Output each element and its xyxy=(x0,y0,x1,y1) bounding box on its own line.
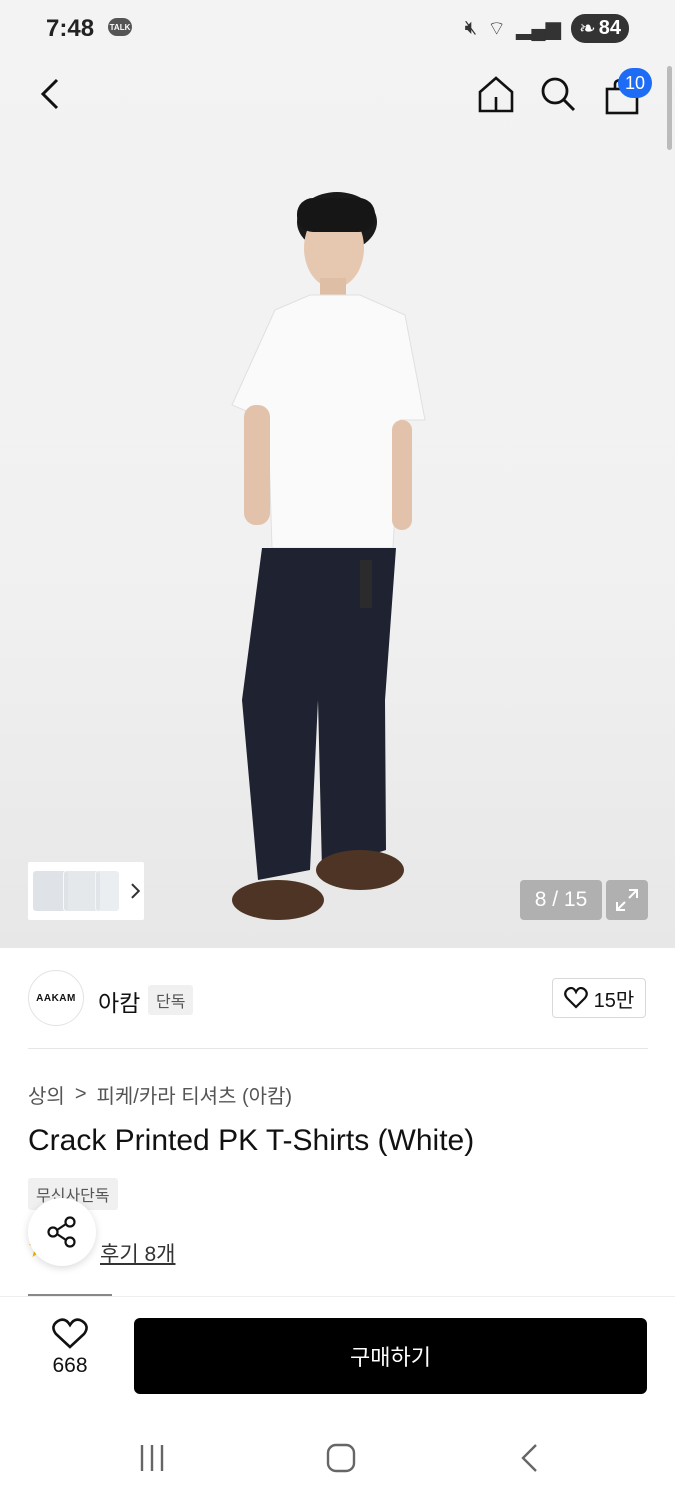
breadcrumb: 상의 > 피케/카라 티셔츠 (아캄) xyxy=(28,1080,292,1109)
exclusive-badge: 단독 xyxy=(148,985,194,1015)
back-button[interactable] xyxy=(26,70,74,118)
expand-icon xyxy=(616,889,638,911)
wishlist-button[interactable]: 668 xyxy=(30,1318,110,1388)
brand-logo[interactable]: AAKAM xyxy=(28,970,84,1026)
status-bar: 7:48 TALK 🔇︎ ⌔ ▂▄▆ ❧ 84 xyxy=(0,0,675,56)
brand-row: AAKAM 아캄 단독 15만 xyxy=(28,970,648,1028)
buy-button[interactable]: 구매하기 xyxy=(134,1318,647,1394)
signal-icon: ▂▄▆ xyxy=(516,18,561,40)
thumbnail-image[interactable] xyxy=(94,870,121,912)
fullscreen-button[interactable] xyxy=(606,880,648,920)
status-time: 7:48 xyxy=(46,15,95,42)
thumbnail-strip[interactable] xyxy=(28,862,144,920)
brand-like-button[interactable]: 15만 xyxy=(552,978,646,1018)
breadcrumb-separator: > xyxy=(74,1083,87,1105)
image-counter: 8 / 15 xyxy=(520,880,602,920)
back-nav-icon[interactable] xyxy=(518,1443,542,1473)
chevron-right-icon xyxy=(131,883,141,899)
system-navigation-bar xyxy=(0,1412,675,1500)
home-icon xyxy=(478,76,514,113)
share-button[interactable] xyxy=(28,1198,96,1266)
battery-indicator: ❧ 84 xyxy=(570,14,629,43)
mute-icon: 🔇︎ xyxy=(464,17,478,39)
chevron-left-icon xyxy=(40,78,59,110)
brand-name[interactable]: 아캄 xyxy=(98,984,140,1018)
heart-icon xyxy=(52,1318,88,1349)
heart-icon xyxy=(563,987,588,1009)
brand-like-count: 15만 xyxy=(593,989,635,1012)
cart-count-badge: 10 xyxy=(618,68,652,98)
leaf-icon: ❧ xyxy=(578,18,596,40)
home-button[interactable] xyxy=(472,70,520,118)
home-nav-icon[interactable] xyxy=(326,1443,356,1473)
divider xyxy=(28,1048,648,1049)
search-button[interactable] xyxy=(534,70,582,118)
review-link[interactable]: 후기 8개 xyxy=(100,1238,175,1268)
recent-apps-icon[interactable] xyxy=(137,1443,167,1473)
wifi-icon: ⌔ xyxy=(487,18,507,40)
product-model-photo xyxy=(231,192,426,920)
battery-level: 84 xyxy=(598,17,621,39)
scrollbar[interactable] xyxy=(667,66,672,150)
wishlist-count: 668 xyxy=(52,1354,88,1377)
breadcrumb-subcategory[interactable]: 피케/카라 티셔츠 (아캄) xyxy=(97,1080,293,1109)
product-title: Crack Printed PK T-Shirts (White) xyxy=(28,1124,475,1157)
share-icon xyxy=(47,1216,76,1248)
kakaotalk-icon: TALK xyxy=(108,18,132,36)
search-icon xyxy=(541,77,576,112)
product-image-gallery[interactable] xyxy=(0,0,675,948)
breadcrumb-category[interactable]: 상의 xyxy=(28,1080,65,1109)
status-icons: 🔇︎ ⌔ ▂▄▆ ❧ 84 xyxy=(465,14,629,43)
